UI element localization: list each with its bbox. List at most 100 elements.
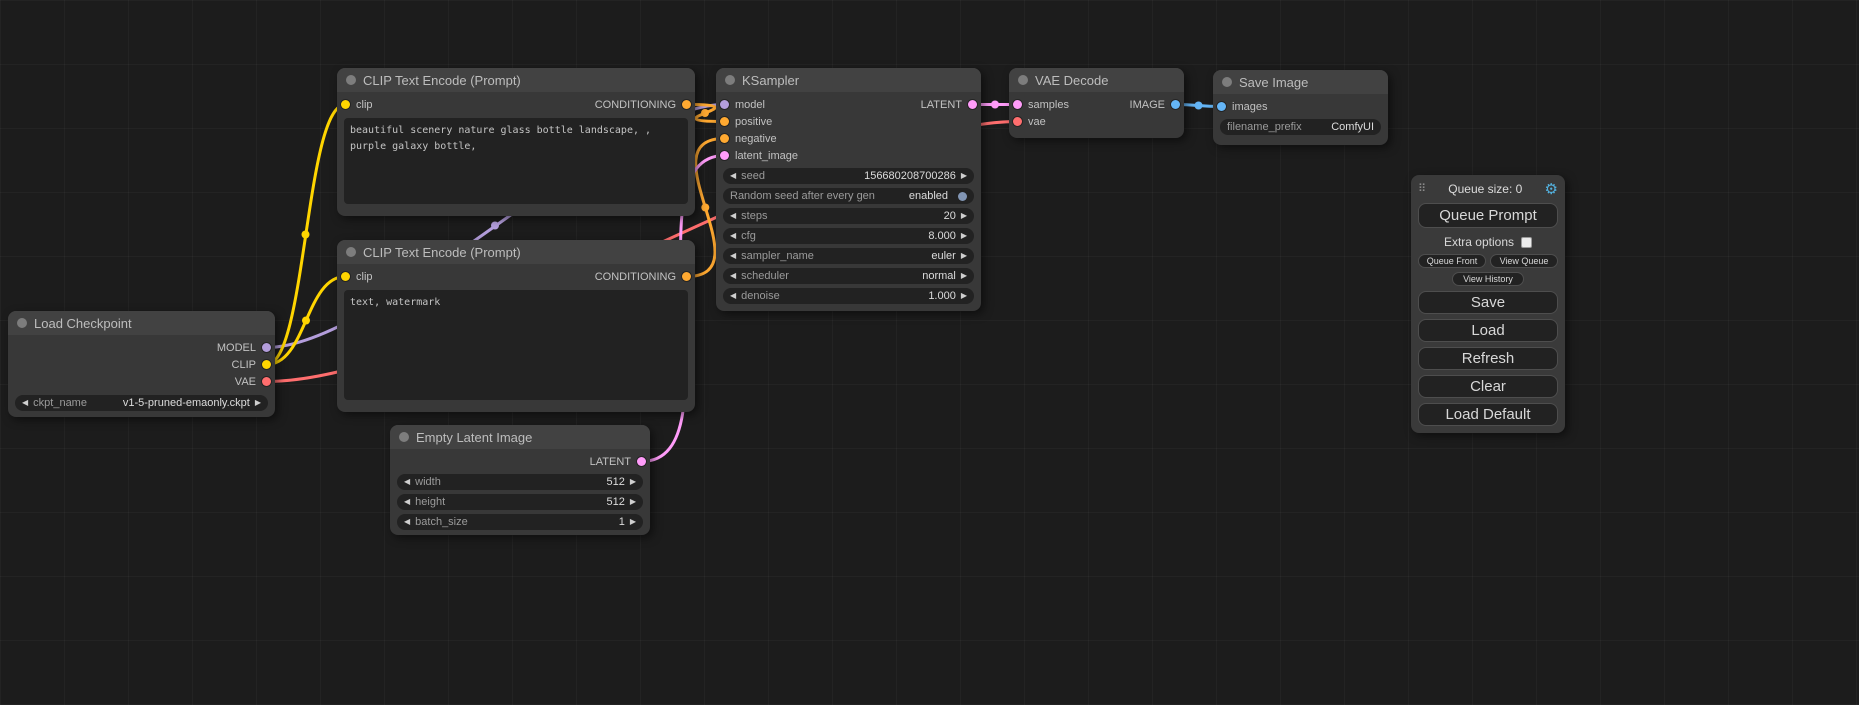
decrement-arrow-icon[interactable]: ◀ (404, 478, 410, 486)
node-title-bar[interactable]: Save Image (1213, 70, 1388, 94)
next-value-arrow-icon[interactable]: ▶ (961, 272, 967, 280)
prev-value-arrow-icon[interactable]: ◀ (22, 399, 28, 407)
widget-label: steps (741, 210, 767, 222)
clip-input-slot[interactable] (341, 100, 350, 109)
height-widget[interactable]: ◀ height 512 ▶ (397, 494, 643, 510)
negative-prompt-textarea[interactable]: text, watermark (344, 290, 688, 400)
clip-input-slot[interactable] (341, 272, 350, 281)
input-label: samples (1028, 99, 1069, 111)
positive-input-slot[interactable] (720, 117, 729, 126)
node-clip-text-encode-negative[interactable]: CLIP Text Encode (Prompt) clip CONDITION… (337, 240, 695, 412)
seed-widget[interactable]: ◀ seed 156680208700286 ▶ (723, 168, 974, 184)
increment-arrow-icon[interactable]: ▶ (961, 172, 967, 180)
collapse-dot-icon[interactable] (1222, 77, 1232, 87)
decrement-arrow-icon[interactable]: ◀ (404, 518, 410, 526)
increment-arrow-icon[interactable]: ▶ (961, 232, 967, 240)
clear-button[interactable]: Clear (1418, 375, 1558, 398)
conditioning-output-slot[interactable] (682, 100, 691, 109)
node-empty-latent-image[interactable]: Empty Latent Image LATENT ◀ width 512 ▶ … (390, 425, 650, 535)
image-output-slot[interactable] (1171, 100, 1180, 109)
slot-row: clip CONDITIONING (337, 96, 695, 113)
cfg-widget[interactable]: ◀ cfg 8.000 ▶ (723, 228, 974, 244)
queue-size-label: Queue size: 0 (1426, 182, 1544, 196)
toggle-knob-icon[interactable] (958, 192, 967, 201)
collapse-dot-icon[interactable] (399, 432, 409, 442)
random-seed-toggle-widget[interactable]: Random seed after every gen enabled (723, 188, 974, 204)
denoise-widget[interactable]: ◀ denoise 1.000 ▶ (723, 288, 974, 304)
extra-options-checkbox[interactable] (1521, 237, 1532, 248)
refresh-button[interactable]: Refresh (1418, 347, 1558, 370)
scheduler-widget[interactable]: ◀ scheduler normal ▶ (723, 268, 974, 284)
slot-row: negative (716, 130, 981, 147)
width-widget[interactable]: ◀ width 512 ▶ (397, 474, 643, 490)
decrement-arrow-icon[interactable]: ◀ (730, 232, 736, 240)
node-vae-decode[interactable]: VAE Decode samples IMAGE vae (1009, 68, 1184, 138)
filename-prefix-widget[interactable]: filename_prefix ComfyUI (1220, 119, 1381, 135)
slot-row: positive (716, 113, 981, 130)
settings-gear-icon[interactable]: ⚙ (1545, 182, 1558, 197)
node-title-bar[interactable]: KSampler (716, 68, 981, 92)
model-output-slot[interactable] (262, 343, 271, 352)
node-title: Empty Latent Image (416, 430, 532, 445)
collapse-dot-icon[interactable] (1018, 75, 1028, 85)
increment-arrow-icon[interactable]: ▶ (961, 292, 967, 300)
node-graph-canvas[interactable]: Load Checkpoint MODEL CLIP VAE (0, 0, 1859, 705)
node-clip-text-encode-positive[interactable]: CLIP Text Encode (Prompt) clip CONDITION… (337, 68, 695, 216)
latent-image-input-slot[interactable] (720, 151, 729, 160)
prev-value-arrow-icon[interactable]: ◀ (730, 252, 736, 260)
view-queue-button[interactable]: View Queue (1490, 254, 1558, 268)
vae-input-slot[interactable] (1013, 117, 1022, 126)
drag-handle-icon[interactable]: ⠿ (1418, 184, 1426, 195)
increment-arrow-icon[interactable]: ▶ (630, 498, 636, 506)
node-save-image[interactable]: Save Image images filename_prefix ComfyU… (1213, 70, 1388, 145)
node-title-bar[interactable]: CLIP Text Encode (Prompt) (337, 68, 695, 92)
node-title-bar[interactable]: Empty Latent Image (390, 425, 650, 449)
model-input-slot[interactable] (720, 100, 729, 109)
extra-options-label: Extra options (1444, 235, 1514, 249)
negative-input-slot[interactable] (720, 134, 729, 143)
positive-prompt-textarea[interactable]: beautiful scenery nature glass bottle la… (344, 118, 688, 204)
next-value-arrow-icon[interactable]: ▶ (255, 399, 261, 407)
increment-arrow-icon[interactable]: ▶ (961, 212, 967, 220)
node-load-checkpoint[interactable]: Load Checkpoint MODEL CLIP VAE (8, 311, 275, 417)
decrement-arrow-icon[interactable]: ◀ (730, 212, 736, 220)
batch-size-widget[interactable]: ◀ batch_size 1 ▶ (397, 514, 643, 530)
decrement-arrow-icon[interactable]: ◀ (730, 172, 736, 180)
node-title: VAE Decode (1035, 73, 1108, 88)
queue-prompt-button[interactable]: Queue Prompt (1418, 203, 1558, 228)
collapse-dot-icon[interactable] (346, 247, 356, 257)
output-label: IMAGE (1130, 99, 1165, 111)
ckpt-name-widget[interactable]: ◀ ckpt_name v1-5-pruned-emaonly.ckpt ▶ (15, 395, 268, 411)
collapse-dot-icon[interactable] (725, 75, 735, 85)
node-title-bar[interactable]: Load Checkpoint (8, 311, 275, 335)
images-input-slot[interactable] (1217, 102, 1226, 111)
widget-label: scheduler (741, 270, 789, 282)
view-history-button[interactable]: View History (1452, 272, 1524, 286)
latent-output-slot[interactable] (968, 100, 977, 109)
vae-output-slot[interactable] (262, 377, 271, 386)
node-title-bar[interactable]: VAE Decode (1009, 68, 1184, 92)
next-value-arrow-icon[interactable]: ▶ (961, 252, 967, 260)
node-title-bar[interactable]: CLIP Text Encode (Prompt) (337, 240, 695, 264)
link-midpoint-dot (991, 101, 999, 109)
decrement-arrow-icon[interactable]: ◀ (404, 498, 410, 506)
clip-output-slot[interactable] (262, 360, 271, 369)
increment-arrow-icon[interactable]: ▶ (630, 518, 636, 526)
increment-arrow-icon[interactable]: ▶ (630, 478, 636, 486)
steps-widget[interactable]: ◀ steps 20 ▶ (723, 208, 974, 224)
load-default-button[interactable]: Load Default (1418, 403, 1558, 426)
conditioning-output-slot[interactable] (682, 272, 691, 281)
samples-input-slot[interactable] (1013, 100, 1022, 109)
sampler-name-widget[interactable]: ◀ sampler_name euler ▶ (723, 248, 974, 264)
prev-value-arrow-icon[interactable]: ◀ (730, 272, 736, 280)
collapse-dot-icon[interactable] (346, 75, 356, 85)
widget-value: 20 (944, 210, 956, 222)
collapse-dot-icon[interactable] (17, 318, 27, 328)
comfy-menu-panel[interactable]: ⠿ Queue size: 0 ⚙ Queue Prompt Extra opt… (1411, 175, 1565, 433)
node-ksampler[interactable]: KSampler model LATENT positive (716, 68, 981, 311)
load-button[interactable]: Load (1418, 319, 1558, 342)
save-button[interactable]: Save (1418, 291, 1558, 314)
latent-output-slot[interactable] (637, 457, 646, 466)
decrement-arrow-icon[interactable]: ◀ (730, 292, 736, 300)
queue-front-button[interactable]: Queue Front (1418, 254, 1486, 268)
